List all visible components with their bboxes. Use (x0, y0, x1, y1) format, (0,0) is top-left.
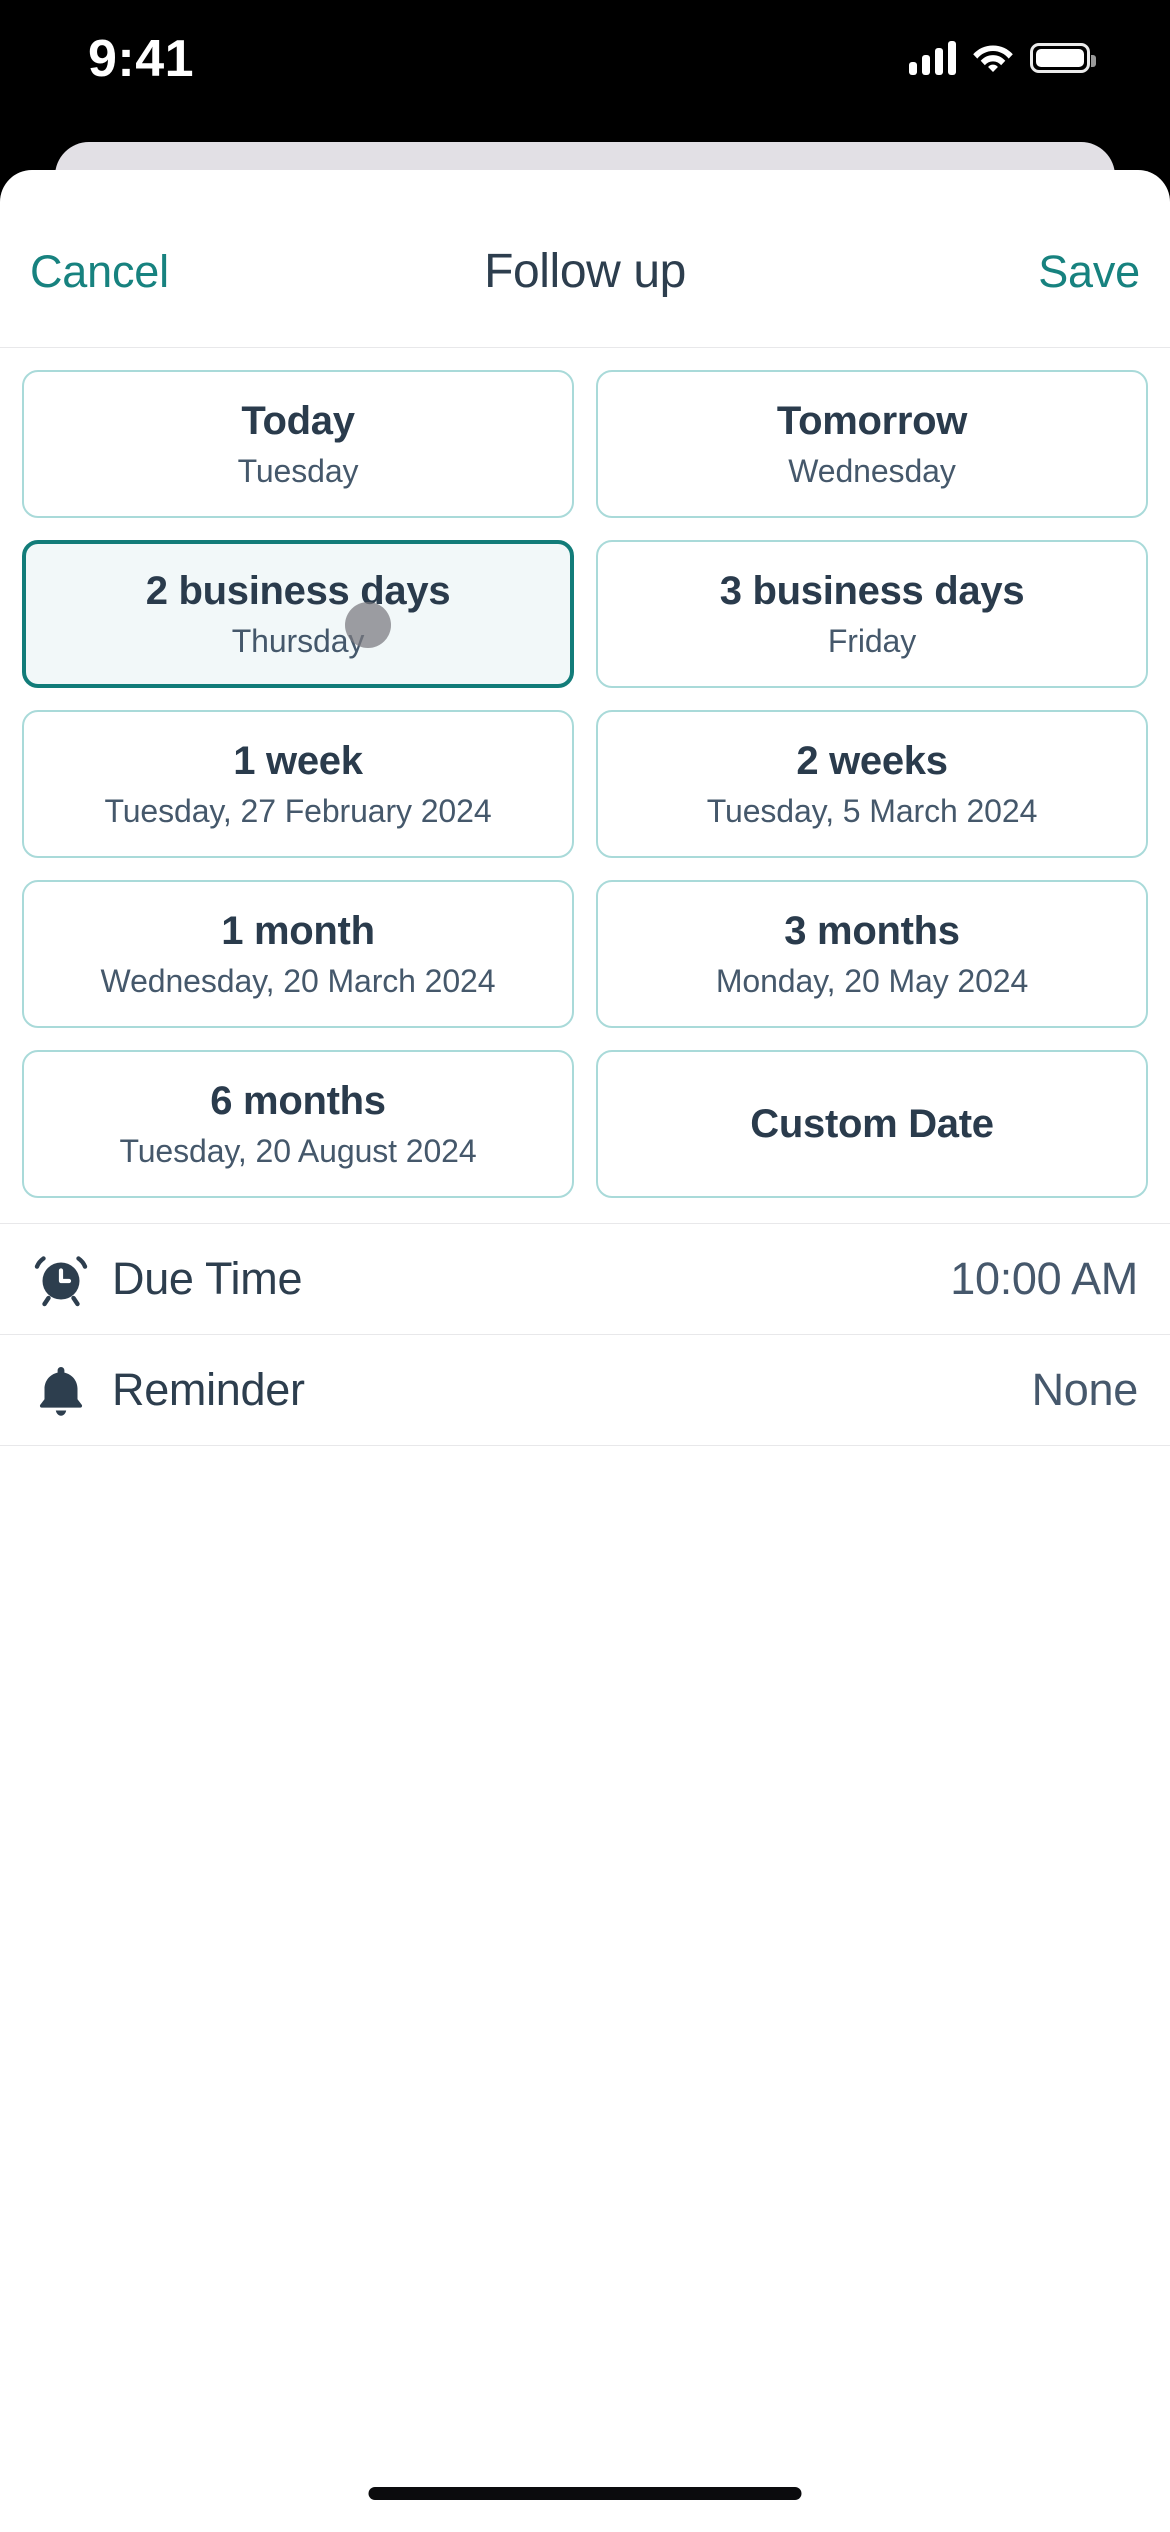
option-card[interactable]: 3 business days Friday (596, 540, 1148, 688)
option-card[interactable]: 3 months Monday, 20 May 2024 (596, 880, 1148, 1028)
phone-screen: 9:41 Cancel Follow up Save Today Tuesday… (0, 0, 1170, 2532)
option-subtitle: Wednesday (788, 453, 956, 489)
option-card[interactable]: 1 month Wednesday, 20 March 2024 (22, 880, 574, 1028)
detail-list: Due Time 10:00 AM Reminder None (0, 1223, 1170, 1446)
bell-icon (32, 1361, 90, 1419)
status-bar: 9:41 (0, 0, 1170, 142)
option-card[interactable]: 1 week Tuesday, 27 February 2024 (22, 710, 574, 858)
option-subtitle: Tuesday (237, 453, 359, 489)
alarm-clock-icon (32, 1250, 90, 1308)
option-title: 3 business days (719, 569, 1025, 613)
option-title: 6 months (210, 1079, 386, 1123)
option-title: 2 business days (145, 569, 451, 613)
option-card[interactable]: Tomorrow Wednesday (596, 370, 1148, 518)
follow-up-sheet: Cancel Follow up Save Today Tuesday Tomorr… (0, 170, 1170, 2532)
status-bar-time: 9:41 (88, 30, 195, 88)
follow-up-options-grid: Today Tuesday Tomorrow Wednesday 2 business … (0, 348, 1170, 1198)
option-card[interactable]: Custom Date (596, 1050, 1148, 1198)
wifi-icon (972, 40, 1014, 77)
detail-row[interactable]: Reminder None (0, 1335, 1170, 1446)
save-button[interactable]: Save (1038, 246, 1140, 298)
option-title: Today (241, 399, 355, 443)
detail-row[interactable]: Due Time 10:00 AM (0, 1224, 1170, 1335)
page-title: Follow up (484, 245, 686, 298)
option-card[interactable]: 2 business days Thursday (22, 540, 574, 688)
option-title: Custom Date (750, 1102, 994, 1146)
status-bar-indicators (909, 36, 1096, 80)
option-subtitle: Wednesday, 20 March 2024 (100, 963, 496, 999)
option-title: 1 week (233, 739, 363, 783)
option-title: 2 weeks (796, 739, 948, 783)
detail-row-label: Due Time (112, 1253, 303, 1304)
option-title: Tomorrow (776, 399, 968, 443)
detail-row-label: Reminder (112, 1364, 305, 1415)
option-title: 1 month (221, 909, 375, 953)
option-subtitle: Friday (827, 623, 917, 659)
detail-row-value: None (1031, 1364, 1139, 1415)
battery-icon (1030, 43, 1096, 73)
option-card[interactable]: 6 months Tuesday, 20 August 2024 (22, 1050, 574, 1198)
cellular-signal-icon (909, 41, 956, 75)
option-card[interactable]: Today Tuesday (22, 370, 574, 518)
option-title: 3 months (784, 909, 960, 953)
option-subtitle: Tuesday, 5 March 2024 (706, 793, 1038, 829)
option-card[interactable]: 2 weeks Tuesday, 5 March 2024 (596, 710, 1148, 858)
option-subtitle: Tuesday, 20 August 2024 (119, 1133, 477, 1169)
detail-row-value: 10:00 AM (950, 1253, 1138, 1304)
sheet-header: Cancel Follow up Save (0, 170, 1170, 348)
option-subtitle: Monday, 20 May 2024 (715, 963, 1029, 999)
home-indicator[interactable] (368, 2487, 802, 2500)
option-subtitle: Tuesday, 27 February 2024 (104, 793, 492, 829)
option-subtitle: Thursday (231, 623, 365, 659)
